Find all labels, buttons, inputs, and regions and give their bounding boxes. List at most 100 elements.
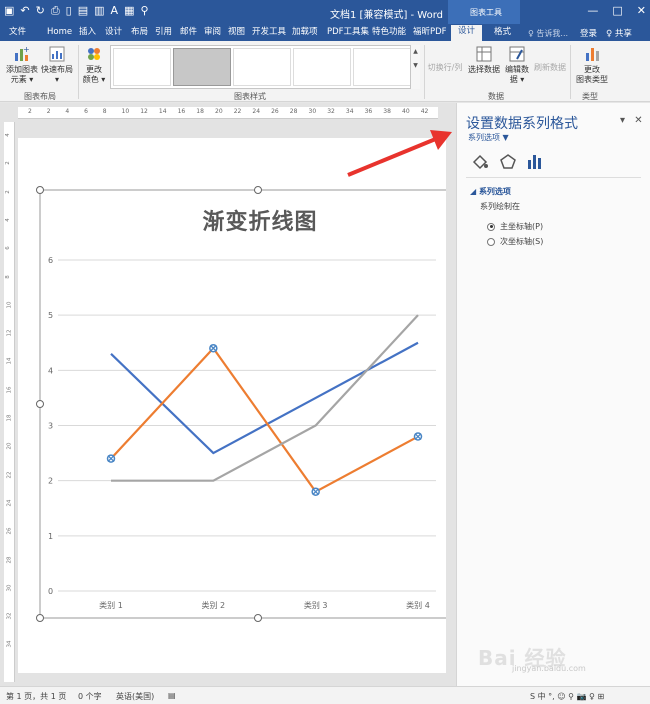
page-count[interactable]: 第 1 页，共 1 页 xyxy=(6,691,66,702)
y-tick-label: 6 xyxy=(48,256,53,265)
ruler-tick-label: 2 xyxy=(28,108,32,115)
new-doc-icon[interactable]: ▯ xyxy=(66,4,72,18)
horizontal-ruler[interactable]: 2 2 4 6 8 10 12 14 16 18 20 22 24 26 28 30 32 34 36 38 40 42 xyxy=(18,107,438,119)
chart-title[interactable]: 渐变折线图 xyxy=(140,204,380,236)
resize-handle[interactable] xyxy=(36,614,44,622)
svg-text:+: + xyxy=(23,45,30,54)
add-element-icon: + xyxy=(15,45,30,61)
undo-icon[interactable]: ↶ xyxy=(20,4,29,18)
save-icon[interactable]: ▣ xyxy=(4,4,14,18)
series-point-handle[interactable] xyxy=(209,344,218,353)
columns-icon[interactable]: ▦ xyxy=(124,4,134,18)
series-options-section[interactable]: ◢ 系列选项 xyxy=(470,186,511,197)
macro-icon[interactable]: ▤ xyxy=(168,691,176,700)
tab-home[interactable]: Home xyxy=(47,26,72,41)
y-tick-label: 1 xyxy=(48,532,53,541)
vertical-ruler[interactable]: 4 2 2 4 6 8 10 12 14 16 18 20 22 24 26 28 30 32 34 xyxy=(4,122,15,682)
resize-handle[interactable] xyxy=(36,186,44,194)
refresh-data-button[interactable]: 刷新数据 xyxy=(532,63,568,73)
secondary-axis-radio[interactable] xyxy=(487,237,495,246)
print-preview-icon[interactable]: ⎙ xyxy=(51,4,60,18)
tab-pdf-tools[interactable]: PDF工具集 xyxy=(327,26,369,41)
tab-references[interactable]: 引用 xyxy=(155,26,172,41)
change-colors-button[interactable]: 更改 颜色 ▾ xyxy=(80,45,108,85)
series-point-handle[interactable] xyxy=(413,432,423,441)
tab-review[interactable]: 审阅 xyxy=(204,26,221,41)
fill-line-icon[interactable] xyxy=(470,152,490,172)
font-color-icon[interactable]: A xyxy=(111,4,119,18)
change-chart-type-button[interactable]: 更改 图表类型 xyxy=(574,45,610,85)
tab-insert[interactable]: 插入 xyxy=(79,26,96,41)
series-point-handle[interactable] xyxy=(106,454,116,463)
chart-style-thumb[interactable] xyxy=(113,48,171,86)
chart-style-thumb[interactable] xyxy=(293,48,351,86)
tab-layout[interactable]: 布局 xyxy=(131,26,148,41)
tab-addins[interactable]: 加载项 xyxy=(292,26,318,41)
ruler-tick-label: 42 xyxy=(420,108,429,115)
primary-axis-radio[interactable] xyxy=(487,222,495,231)
login-link[interactable]: 登录 xyxy=(580,27,597,39)
ruler-tick-label: 18 xyxy=(6,414,13,422)
ruler-tick-label: 16 xyxy=(177,108,186,115)
switch-row-column-button[interactable]: 切换行/列 xyxy=(427,63,463,73)
ruler-tick-label: 14 xyxy=(6,357,13,365)
series-options-dropdown[interactable]: 系列选项 ▼ xyxy=(468,132,509,143)
series-options-icon[interactable] xyxy=(524,152,544,172)
layout-icon[interactable]: ▥ xyxy=(94,4,104,18)
resize-handle[interactable] xyxy=(254,614,262,622)
tab-view[interactable]: 视图 xyxy=(228,26,245,41)
chart-style-thumb-selected[interactable] xyxy=(173,48,231,86)
edit-data-button[interactable]: 编辑数 据 ▾ xyxy=(502,45,532,85)
ruler-tick-label: 18 xyxy=(196,108,204,115)
tab-developer[interactable]: 开发工具 xyxy=(252,26,286,41)
ruler-tick-label: 2 xyxy=(4,189,11,194)
quick-layout-button[interactable]: 快速布局 ▾ xyxy=(40,45,74,85)
tab-design[interactable]: 设计 xyxy=(105,26,122,41)
ruler-tick-label: 4 xyxy=(65,108,70,115)
share-button[interactable]: ♀ 共享 xyxy=(606,27,632,39)
select-data-button[interactable]: 选择数据 xyxy=(466,45,502,75)
ruler-tick-label: 14 xyxy=(158,108,167,115)
word-count[interactable]: 0 个字 xyxy=(78,691,102,702)
edit-data-icon xyxy=(509,46,525,62)
series-line[interactable] xyxy=(110,341,419,455)
ruler-tick-label: 8 xyxy=(4,274,11,279)
tab-features[interactable]: 特色功能 xyxy=(372,26,406,41)
add-chart-element-button[interactable]: + 添加图表 元素 ▾ xyxy=(4,45,40,85)
secondary-axis-option[interactable]: 次坐标轴(S) xyxy=(487,236,543,247)
tell-me-box[interactable]: ♀ 告诉我... xyxy=(528,28,568,39)
pane-options-icon[interactable]: ▾ xyxy=(620,115,625,126)
tab-foxit-pdf[interactable]: 福昕PDF xyxy=(413,26,447,41)
group-label-type: 类型 xyxy=(582,92,598,101)
primary-axis-option[interactable]: 主坐标轴(P) xyxy=(487,221,543,232)
group-separator xyxy=(78,45,79,99)
tab-mailings[interactable]: 邮件 xyxy=(180,26,197,41)
tab-chart-format[interactable]: 格式 xyxy=(494,26,511,41)
tab-file[interactable]: 文件 xyxy=(9,26,26,41)
series-point-handle[interactable] xyxy=(311,487,320,496)
chart-style-thumb[interactable] xyxy=(233,48,291,86)
tab-chart-design[interactable]: 设计 xyxy=(451,25,483,41)
resize-handle[interactable] xyxy=(36,400,44,408)
pane-title: 设置数据系列格式 xyxy=(466,116,578,132)
paste-icon[interactable]: ▤ xyxy=(78,4,88,18)
close-button[interactable]: ✕ xyxy=(637,4,646,17)
ruler-tick-label: 6 xyxy=(84,108,88,115)
maximize-button[interactable]: □ xyxy=(612,4,622,17)
pane-close-icon[interactable]: ✕ xyxy=(634,115,642,126)
search-icon[interactable]: ⚲ xyxy=(140,4,148,18)
resize-handle[interactable] xyxy=(254,186,262,194)
effects-icon[interactable] xyxy=(498,152,518,172)
ruler-tick-label: 22 xyxy=(6,471,13,479)
chart-style-thumb[interactable] xyxy=(353,48,411,86)
input-method-tray[interactable]: S 中 °, ☺ ⚲ 📷 ♀ ⊞ xyxy=(530,691,604,702)
ribbon-tabs: 文件 Home 插入 设计 布局 引用 邮件 审阅 视图 开发工具 加载项 PD… xyxy=(0,24,650,41)
gallery-scroll[interactable]: ▲ ▼ xyxy=(410,45,420,89)
ruler-tick-label: 10 xyxy=(121,108,130,115)
redo-icon[interactable]: ↻ xyxy=(36,4,45,18)
x-tick-label: 类别 4 xyxy=(406,600,430,610)
series-line[interactable] xyxy=(110,346,419,494)
minimize-button[interactable]: — xyxy=(587,4,598,17)
annotation-arrow xyxy=(347,130,452,177)
language[interactable]: 英语(美国) xyxy=(116,691,154,702)
